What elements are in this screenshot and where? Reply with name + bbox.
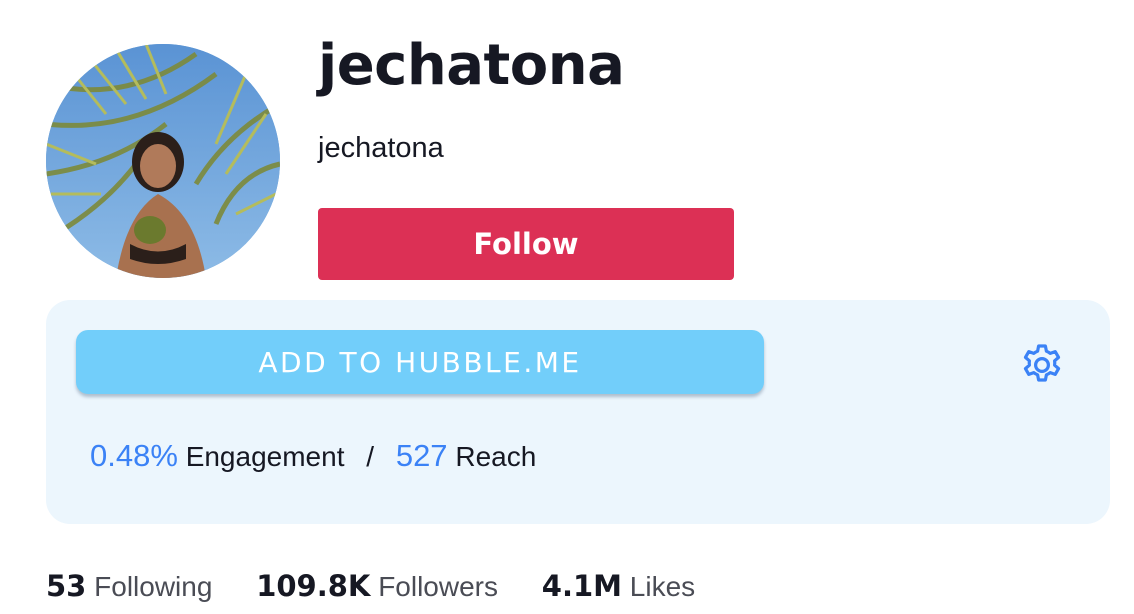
likes-label: Likes (629, 571, 696, 602)
add-to-hubble-button[interactable]: ADD TO HUBBLE.ME (76, 330, 764, 394)
engagement-reach-line: 0.48% Engagement / 527 Reach (90, 440, 536, 471)
follow-button[interactable]: Follow (318, 208, 734, 280)
reach-value: 527 (395, 438, 448, 473)
hubble-panel: ADD TO HUBBLE.ME 0.48% Engagement / 527 … (46, 300, 1110, 524)
username: jechatona (318, 132, 444, 164)
likes-count: 4.1M (541, 569, 623, 603)
display-name: jechatona (318, 33, 625, 98)
profile-stats: 53 Following 109.8K Followers 4.1M Likes (46, 572, 731, 601)
avatar[interactable] (46, 44, 280, 278)
following-stat[interactable]: 53 Following (46, 571, 220, 602)
likes-stat: 4.1M Likes (542, 571, 695, 602)
following-count: 53 (46, 569, 87, 603)
gear-icon[interactable] (1018, 341, 1066, 389)
avatar-image (46, 44, 280, 278)
followers-stat[interactable]: 109.8K Followers (256, 571, 506, 602)
followers-label: Followers (378, 571, 498, 602)
followers-count: 109.8K (256, 569, 371, 603)
reach-label: Reach (455, 441, 537, 472)
engagement-value: 0.48% (90, 438, 178, 473)
following-label: Following (94, 571, 213, 602)
engagement-label: Engagement (185, 441, 345, 472)
metric-separator: / (366, 441, 375, 472)
